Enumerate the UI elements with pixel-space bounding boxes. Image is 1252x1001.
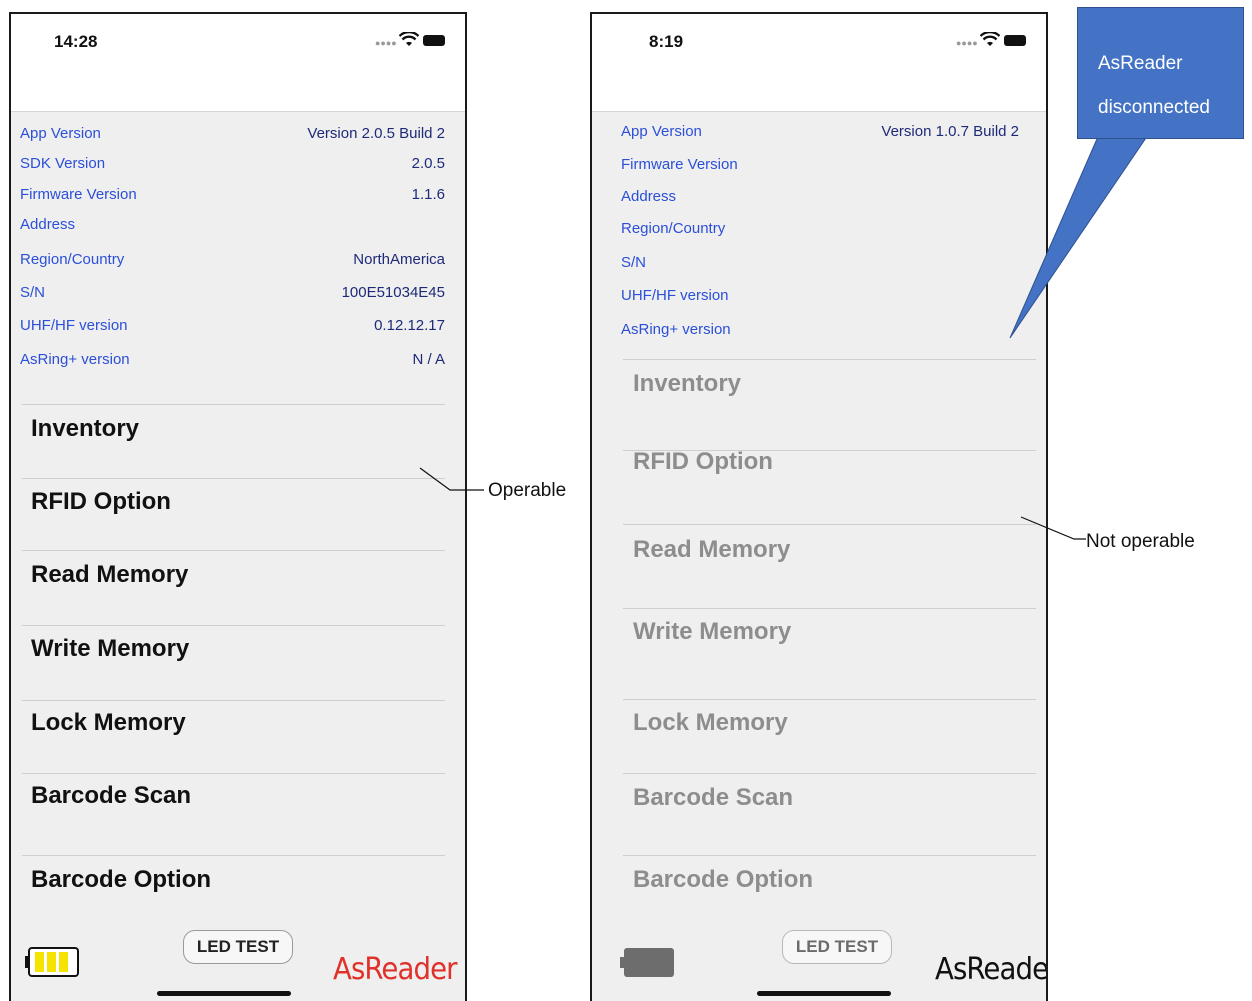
menu-item-write-memory[interactable]: Write Memory xyxy=(31,635,189,663)
info-value: 1.1.6 xyxy=(411,186,445,203)
callout-line-2: disconnected xyxy=(1098,97,1210,118)
divider xyxy=(22,773,445,774)
divider xyxy=(22,404,445,405)
status-bar: 14:28 ●●●● xyxy=(11,14,465,112)
led-test-button[interactable]: LED TEST xyxy=(183,930,293,964)
info-row-uhf-version: UHF/HF version xyxy=(621,287,1019,307)
info-label: UHF/HF version xyxy=(20,317,128,334)
divider xyxy=(22,550,445,551)
info-value: 100E51034E45 xyxy=(341,284,445,301)
info-row-sdk-version: SDK Version 2.0.5 xyxy=(20,155,445,175)
home-indicator[interactable] xyxy=(757,991,891,996)
menu-item-inventory[interactable]: Inventory xyxy=(633,370,741,398)
info-label: Address xyxy=(621,188,677,205)
cellular-signal-icon: ●●●● xyxy=(375,38,397,48)
menu-item-barcode-option[interactable]: Barcode Option xyxy=(31,866,211,894)
info-value: 2.0.5 xyxy=(411,155,445,172)
annotation-not-operable: Not operable xyxy=(1086,531,1195,552)
info-label: App Version xyxy=(621,123,702,140)
info-row-address: Address xyxy=(20,216,445,236)
status-bar: 8:19 ●●●● xyxy=(592,14,1046,112)
info-label: Address xyxy=(20,216,76,233)
battery-icon xyxy=(423,35,445,46)
divider xyxy=(623,773,1036,774)
home-indicator[interactable] xyxy=(157,991,291,996)
battery-icon xyxy=(1004,35,1026,46)
battery-level-icon xyxy=(620,948,674,977)
asreader-logo: AsReader xyxy=(333,952,458,987)
info-value: NorthAmerica xyxy=(353,251,445,268)
wifi-icon xyxy=(980,32,1000,46)
status-time: 14:28 xyxy=(54,32,98,51)
info-row-firmware-version: Firmware Version xyxy=(621,156,1019,176)
divider xyxy=(623,608,1036,609)
divider xyxy=(22,478,445,479)
menu-item-rfid-option[interactable]: RFID Option xyxy=(31,488,171,516)
info-row-region: Region/Country NorthAmerica xyxy=(20,251,445,271)
info-label: S/N xyxy=(621,254,647,271)
info-row-firmware-version: Firmware Version 1.1.6 xyxy=(20,186,445,206)
led-test-button[interactable]: LED TEST xyxy=(782,930,892,964)
asreader-logo: AsReader xyxy=(935,952,1048,987)
wifi-icon xyxy=(399,32,419,46)
info-row-asring-version: AsRing+ version xyxy=(621,321,1019,341)
divider xyxy=(22,855,445,856)
info-label: AsRing+ version xyxy=(621,321,731,338)
info-row-app-version: App Version Version 1.0.7 Build 2 xyxy=(621,123,1019,143)
callout-asreader-disconnected: AsReader disconnected xyxy=(1077,7,1244,139)
menu-item-read-memory[interactable]: Read Memory xyxy=(31,561,188,589)
system-icons: ●●●● xyxy=(956,32,1028,50)
info-row-asring-version: AsRing+ version N / A xyxy=(20,351,445,371)
info-label: Firmware Version xyxy=(20,186,137,203)
divider xyxy=(22,700,445,701)
info-label: Firmware Version xyxy=(621,156,738,173)
info-label: App Version xyxy=(20,125,101,142)
callout-line-not-operable xyxy=(1020,516,1086,540)
info-value: Version 2.0.5 Build 2 xyxy=(307,125,445,142)
info-row-serial: S/N xyxy=(621,254,1019,274)
divider xyxy=(623,855,1036,856)
system-icons: ●●●● xyxy=(375,32,447,50)
menu-item-write-memory[interactable]: Write Memory xyxy=(633,618,791,646)
divider xyxy=(623,359,1036,360)
info-value: 0.12.12.17 xyxy=(374,317,445,334)
info-row-uhf-version: UHF/HF version 0.12.12.17 xyxy=(20,317,445,337)
menu-item-read-memory[interactable]: Read Memory xyxy=(633,536,790,564)
menu-item-barcode-scan[interactable]: Barcode Scan xyxy=(633,784,793,812)
info-label: Region/Country xyxy=(621,220,726,237)
menu-item-barcode-option[interactable]: Barcode Option xyxy=(633,866,813,894)
info-label: SDK Version xyxy=(20,155,106,172)
callout-line-1: AsReader xyxy=(1098,53,1183,74)
info-row-address: Address xyxy=(621,188,1019,208)
phone-screen-connected: 14:28 ●●●● App Version Version 2.0.5 Bui… xyxy=(9,12,467,1001)
info-row-app-version: App Version Version 2.0.5 Build 2 xyxy=(20,125,445,145)
callout-pointer xyxy=(1009,130,1151,339)
status-time: 8:19 xyxy=(649,32,684,51)
cellular-signal-icon: ●●●● xyxy=(956,38,978,48)
divider xyxy=(22,625,445,626)
annotation-operable: Operable xyxy=(488,480,567,501)
info-label: Region/Country xyxy=(20,251,125,268)
callout-line-operable xyxy=(419,467,484,491)
info-row-region: Region/Country xyxy=(621,220,1019,240)
info-value: N / A xyxy=(412,351,445,368)
info-value: Version 1.0.7 Build 2 xyxy=(881,123,1019,140)
menu-item-lock-memory[interactable]: Lock Memory xyxy=(31,709,186,737)
menu-item-rfid-option[interactable]: RFID Option xyxy=(633,448,773,476)
menu-item-inventory[interactable]: Inventory xyxy=(31,415,139,443)
info-row-serial: S/N 100E51034E45 xyxy=(20,284,445,304)
divider xyxy=(623,699,1036,700)
divider xyxy=(623,524,1036,525)
phone-screen-disconnected: 8:19 ●●●● App Version Version 1.0.7 Buil… xyxy=(590,12,1048,1001)
info-label: AsRing+ version xyxy=(20,351,130,368)
menu-item-barcode-scan[interactable]: Barcode Scan xyxy=(31,782,191,810)
info-label: S/N xyxy=(20,284,46,301)
battery-level-icon xyxy=(25,947,79,977)
menu-item-lock-memory[interactable]: Lock Memory xyxy=(633,709,788,737)
info-label: UHF/HF version xyxy=(621,287,729,304)
